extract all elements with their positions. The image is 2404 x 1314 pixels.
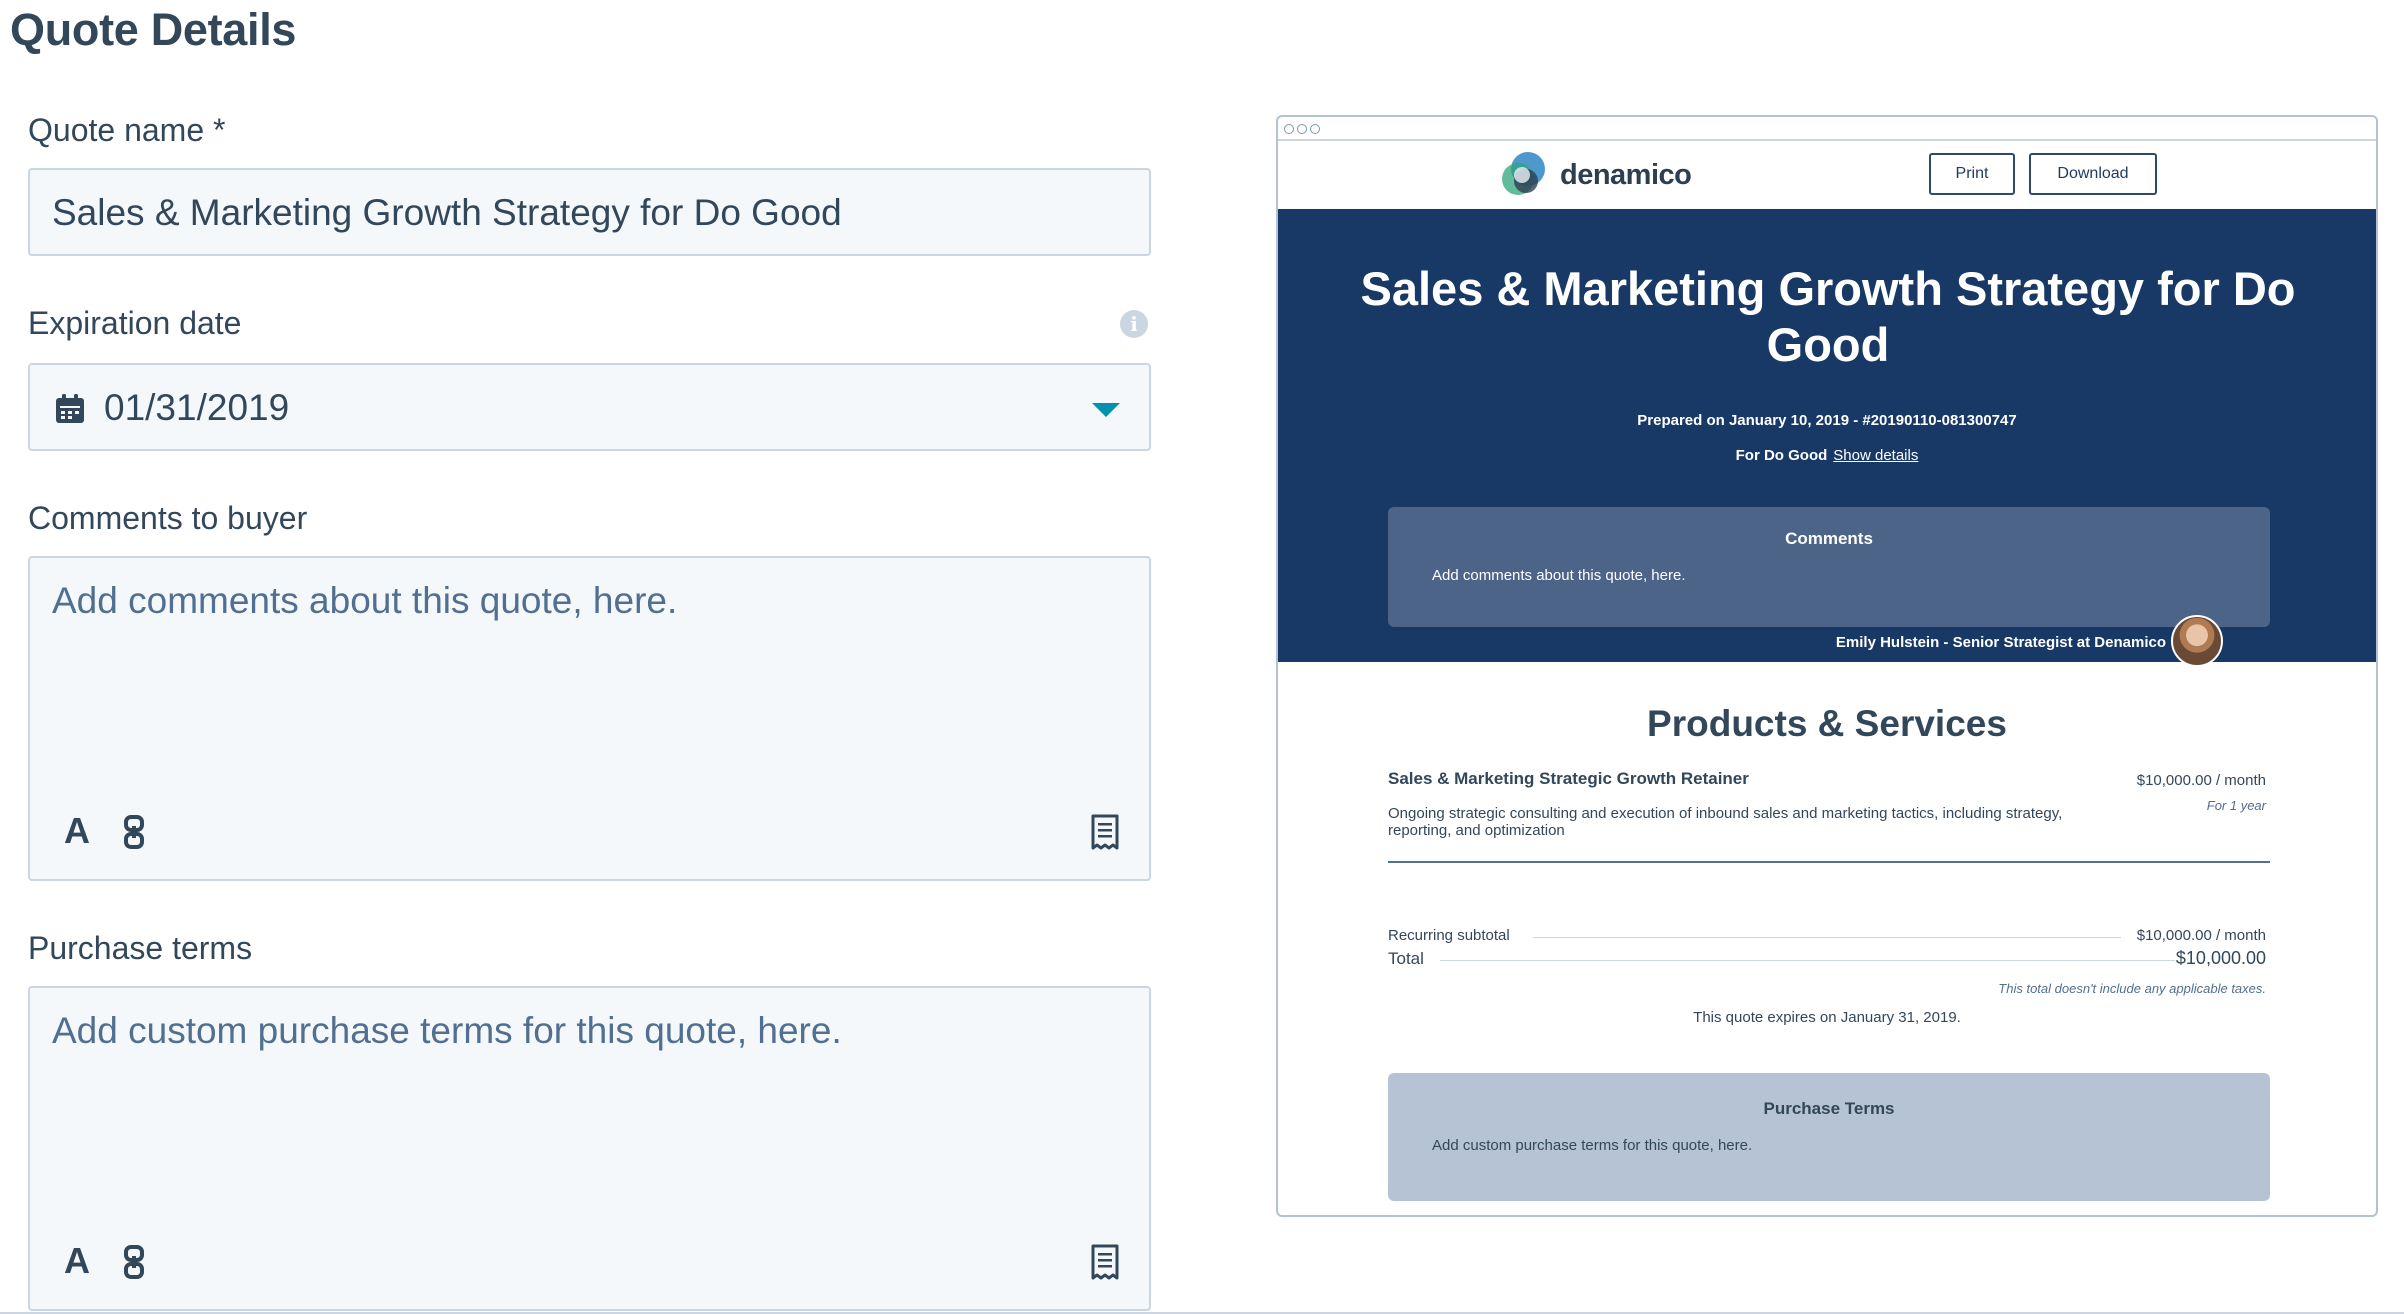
purchase-terms-placeholder: Add custom purchase terms for this quote… bbox=[52, 1010, 842, 1051]
expiration-date-value: 01/31/2019 bbox=[104, 387, 290, 428]
denamico-logo-text: denamico bbox=[1560, 159, 1692, 191]
recurring-subtotal-value: $10,000.00 / month bbox=[2136, 927, 2266, 944]
comments-textarea[interactable]: Add comments about this quote, here. A bbox=[28, 556, 1151, 881]
tax-note: This total doesn't include any applicabl… bbox=[1998, 981, 2266, 996]
for-line: For Do Good Show details bbox=[1278, 447, 2376, 464]
comments-card-title: Comments bbox=[1785, 529, 1873, 548]
link-icon[interactable] bbox=[122, 814, 146, 850]
line-item-description: Ongoing strategic consulting and executi… bbox=[1388, 805, 2063, 839]
purchase-terms-card-body: Add custom purchase terms for this quote… bbox=[1432, 1137, 1753, 1154]
line-item-price: $10,000.00 / month bbox=[2136, 772, 2266, 789]
preview-header: denamico Print Download bbox=[1278, 141, 2376, 209]
total-label: Total bbox=[1388, 949, 1424, 968]
divider bbox=[1533, 937, 2121, 938]
expiration-note: This quote expires on January 31, 2019. bbox=[1693, 1009, 1961, 1026]
window-dot-icon bbox=[1284, 124, 1294, 134]
text-format-icon[interactable]: A bbox=[64, 1240, 90, 1282]
comments-placeholder: Add comments about this quote, here. bbox=[52, 580, 678, 621]
products-title: Products & Services bbox=[1647, 703, 2007, 744]
line-item-term: For 1 year bbox=[2206, 798, 2266, 813]
print-button[interactable]: Print bbox=[1929, 153, 2015, 195]
divider bbox=[1388, 861, 2270, 863]
avatar bbox=[2171, 615, 2223, 667]
purchase-terms-textarea[interactable]: Add custom purchase terms for this quote… bbox=[28, 986, 1151, 1311]
comments-card: Comments Add comments about this quote, … bbox=[1388, 507, 2270, 627]
divider bbox=[1440, 960, 2175, 961]
download-button[interactable]: Download bbox=[2029, 153, 2157, 195]
document-icon[interactable] bbox=[1090, 814, 1120, 850]
window-dot-icon bbox=[1310, 124, 1320, 134]
line-item-name: Sales & Marketing Strategic Growth Retai… bbox=[1388, 769, 1749, 788]
recurring-subtotal-label: Recurring subtotal bbox=[1388, 927, 1510, 944]
quote-hero: Sales & Marketing Growth Strategy for Do… bbox=[1278, 209, 2376, 667]
text-format-icon[interactable]: A bbox=[64, 810, 90, 852]
quote-title: Sales & Marketing Growth Strategy for Do… bbox=[1360, 262, 2296, 371]
denamico-logo-icon bbox=[1502, 152, 1545, 195]
browser-bar bbox=[1278, 117, 2376, 141]
purchase-terms-card-title: Purchase Terms bbox=[1763, 1099, 1895, 1118]
document-icon[interactable] bbox=[1090, 1244, 1120, 1280]
prepared-line: Prepared on January 10, 2019 - #20190110… bbox=[1637, 412, 2017, 429]
quote-name-label: Quote name * bbox=[28, 112, 226, 148]
calendar-icon bbox=[56, 394, 84, 423]
link-icon[interactable] bbox=[122, 1244, 146, 1280]
quote-preview: denamico Print Download Sales & Marketin… bbox=[1276, 115, 2378, 1217]
purchase-terms-card: Purchase Terms Add custom purchase terms… bbox=[1388, 1073, 2270, 1201]
expiration-date-label: Expiration date bbox=[28, 305, 242, 341]
comments-card-body: Add comments about this quote, here. bbox=[1432, 567, 1686, 584]
signer-line: Emily Hulstein - Senior Strategist at De… bbox=[1835, 634, 2166, 651]
show-details-link[interactable]: Show details bbox=[1833, 447, 1918, 464]
for-company: For Do Good bbox=[1735, 447, 1828, 464]
comments-label: Comments to buyer bbox=[28, 500, 308, 536]
total-value: $10,000.00 bbox=[2175, 948, 2266, 968]
window-dot-icon bbox=[1297, 124, 1307, 134]
purchase-terms-label: Purchase terms bbox=[28, 930, 253, 966]
expiration-date-picker[interactable]: 01/31/2019 bbox=[28, 363, 1151, 451]
caret-down-icon[interactable] bbox=[1092, 403, 1120, 417]
quote-name-value: Sales & Marketing Growth Strategy for Do… bbox=[52, 192, 842, 233]
info-icon[interactable]: i bbox=[1120, 310, 1148, 338]
page-title: Quote Details bbox=[10, 4, 297, 55]
quote-name-input[interactable]: Sales & Marketing Growth Strategy for Do… bbox=[28, 168, 1151, 256]
